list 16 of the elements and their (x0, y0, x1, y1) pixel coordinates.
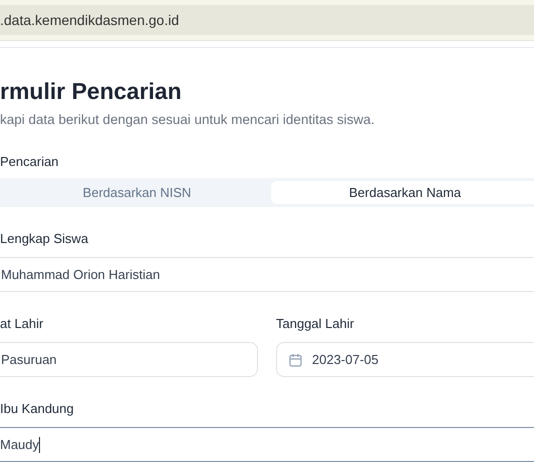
form-title: rmulir Pencarian (0, 76, 183, 106)
input-field[interactable]: 2023-07-05 (276, 342, 534, 377)
field-label: Pencarian (0, 153, 60, 171)
input-field[interactable]: Maudy (0, 427, 534, 462)
field-label: Ibu Kandung (0, 400, 75, 418)
text-cursor (39, 436, 40, 452)
form-subtitle: kapi data berikut dengan sesuai untuk mencari identitas siswa. (0, 110, 376, 129)
tab[interactable]: Berdasarkan NISN (3, 181, 271, 204)
address-bar[interactable]: .data.kemendikdasmen.go.id (0, 5, 534, 35)
tab[interactable]: Berdasarkan Nama (271, 181, 534, 204)
calendar-icon (289, 352, 302, 366)
field-label: Lengkap Siswa (0, 230, 90, 248)
input-field[interactable]: Muhammad Orion Haristian (0, 257, 534, 292)
input-field[interactable]: Pasuruan (0, 342, 258, 377)
field-label: at Lahir (0, 315, 44, 333)
field-label: Tanggal Lahir (276, 315, 356, 333)
